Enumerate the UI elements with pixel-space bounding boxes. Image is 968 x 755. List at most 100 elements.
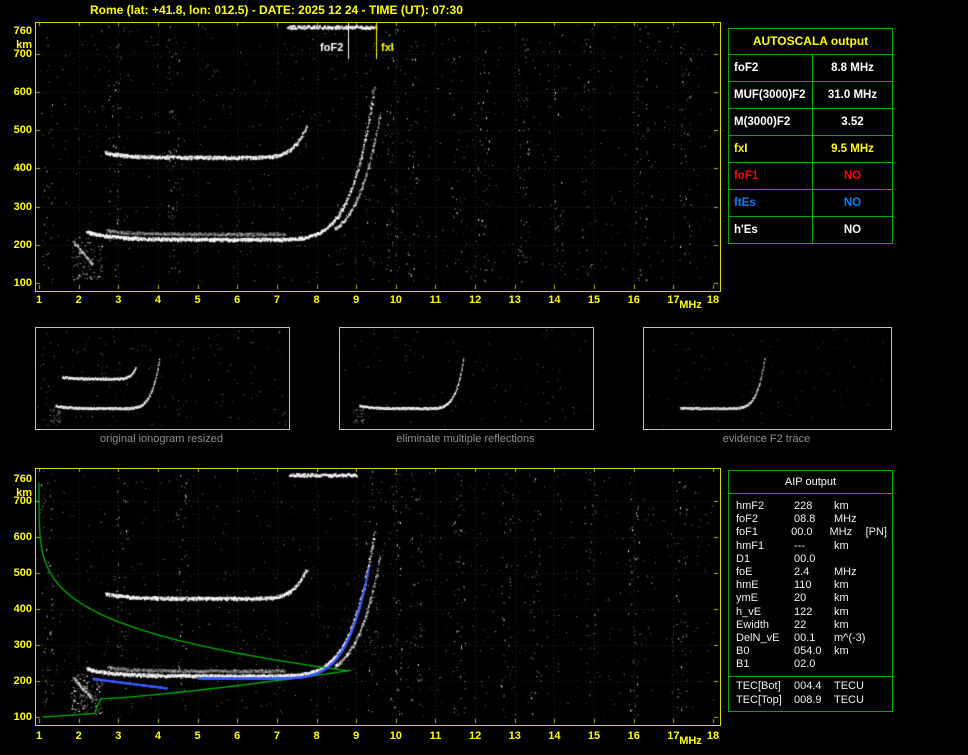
x-tick-label: 16 bbox=[627, 294, 640, 306]
aip-param-unit: km bbox=[834, 592, 849, 605]
x-tick-label: 7 bbox=[273, 730, 280, 742]
y-tick-label: 300 bbox=[13, 200, 32, 213]
aip-param-value: 054.0 bbox=[794, 645, 822, 658]
aip-param-unit: km bbox=[834, 500, 849, 512]
aip-param-note bbox=[872, 632, 887, 645]
aip-row-ymE: ymE 20 km bbox=[736, 592, 887, 605]
x-tick-label: 9 bbox=[353, 294, 360, 306]
aip-row-TEC[Bot]: TEC[Bot] 004.4 TECU bbox=[736, 680, 887, 693]
x-tick-label: 4 bbox=[154, 730, 161, 742]
aip-param-value: 110 bbox=[794, 579, 812, 592]
autoscala-row-M(3000)F2: M(3000)F2 3.52 bbox=[729, 109, 892, 136]
x-tick-label: 9 bbox=[353, 730, 360, 742]
y-tick-label: 200 bbox=[13, 674, 32, 687]
aip-param-unit: km bbox=[834, 605, 849, 618]
aip-param-note bbox=[872, 579, 887, 592]
aip-param-value: 00.0 bbox=[794, 552, 816, 565]
aip-param-unit: MHz bbox=[834, 513, 857, 526]
aip-param-unit: MHz bbox=[829, 526, 853, 539]
autoscala-row-h'Es: h'Es NO bbox=[729, 217, 892, 243]
panel-evidence-f2-trace bbox=[643, 327, 892, 430]
aip-param-value: 228 bbox=[794, 500, 813, 512]
y-tick-label: 300 bbox=[13, 638, 32, 651]
x-tick-label: 12 bbox=[468, 294, 482, 306]
aip-param-note bbox=[872, 540, 887, 553]
y-tick-label: 100 bbox=[13, 711, 32, 723]
aip-param-unit: TECU bbox=[834, 680, 864, 693]
x-tick-label: 15 bbox=[587, 294, 601, 306]
aip-param-label: foE bbox=[736, 565, 753, 578]
y-tick-label: 760 bbox=[13, 473, 32, 485]
aip-row-B0: B0 054.0 km bbox=[736, 645, 887, 658]
aip-param-value: 008.9 bbox=[794, 693, 822, 706]
aip-param-value: 08.8 bbox=[794, 513, 816, 526]
aip-param-value: 22 bbox=[794, 618, 807, 631]
aip-param-label: B1 bbox=[736, 658, 750, 671]
x-tick-label: 11 bbox=[429, 294, 442, 306]
x-tick-label: 2 bbox=[75, 730, 82, 742]
aip-param-value: --- bbox=[794, 539, 805, 552]
autoscala-param-label: ftEs bbox=[729, 190, 813, 216]
x-tick-label: 3 bbox=[115, 294, 122, 306]
aip-param-unit bbox=[828, 658, 872, 671]
x-tick-label: 8 bbox=[313, 294, 320, 306]
aip-param-unit: km bbox=[834, 645, 849, 658]
autoscala-table-title: AUTOSCALA output bbox=[729, 29, 892, 55]
y-tick-label: 400 bbox=[13, 162, 32, 175]
aip-row-foF1: foF1 00.0 MHz [PN] bbox=[736, 526, 887, 539]
aip-param-label: DelN_vE bbox=[736, 631, 780, 644]
aip-param-unit: m^(-3) bbox=[834, 631, 866, 644]
autoscala-param-label: M(3000)F2 bbox=[729, 109, 813, 135]
aip-param-unit: TECU bbox=[834, 693, 864, 706]
aip-row-hmE: hmE 110 km bbox=[736, 579, 887, 592]
y-tick-label: 500 bbox=[13, 124, 32, 137]
aip-param-label: hmE bbox=[736, 579, 759, 592]
autoscala-table-rows: foF2 8.8 MHz MUF(3000)F2 31.0 MHz M(3000)F2 3… bbox=[729, 55, 892, 243]
aip-param-label: Ewidth bbox=[736, 618, 770, 631]
aip-param-label: B0 bbox=[736, 645, 750, 658]
aip-param-unit: km bbox=[834, 618, 849, 631]
x-tick-label: 18 bbox=[706, 294, 720, 306]
y-axis-unit-label: km bbox=[16, 39, 32, 51]
top-ionogram-plot bbox=[35, 22, 721, 292]
original-ionogram-canvas bbox=[36, 328, 287, 427]
y-tick-label: 760 bbox=[13, 25, 32, 37]
aip-param-note bbox=[872, 592, 887, 605]
aip-row-foF2: foF2 08.8 MHz bbox=[736, 513, 887, 526]
autoscala-param-value: 8.8 MHz bbox=[831, 62, 874, 74]
x-tick-label: 11 bbox=[429, 730, 442, 742]
x-tick-label: 5 bbox=[194, 294, 201, 306]
x-tick-label: 12 bbox=[468, 730, 482, 742]
autoscala-param-value: 31.0 MHz bbox=[827, 89, 878, 101]
aip-param-value: 00.1 bbox=[794, 631, 816, 644]
autoscala-row-ftEs: ftEs NO bbox=[729, 190, 892, 217]
y-tick-label: 500 bbox=[13, 566, 32, 579]
aip-tec-rows: TEC[Bot] 004.4 TECU TEC[Top] 008.9 TECU bbox=[729, 676, 892, 710]
x-tick-label: 16 bbox=[627, 730, 640, 742]
aip-table-rows: hmF2 228 km foF2 08.8 MHz foF1 00.0 MHz [PN] hmF1 -… bbox=[729, 494, 892, 673]
aip-param-note bbox=[872, 619, 887, 632]
x-tick-label: 2 bbox=[75, 294, 82, 306]
x-tick-label: 15 bbox=[587, 730, 601, 742]
aip-row-Ewidth: Ewidth 22 km bbox=[736, 619, 887, 632]
y-tick-label: 100 bbox=[13, 277, 32, 289]
y-tick-label: 400 bbox=[13, 602, 32, 615]
top-ionogram-canvas bbox=[36, 23, 718, 289]
aip-param-note bbox=[872, 566, 887, 579]
aip-param-unit bbox=[828, 553, 872, 566]
autoscala-param-label: h'Es bbox=[729, 217, 813, 243]
aip-param-unit: km bbox=[834, 579, 849, 592]
aip-table-title: AIP output bbox=[729, 471, 892, 494]
aip-param-unit: MHz bbox=[834, 565, 857, 578]
autoscala-app-screen: Rome (lat: +41.8, lon: 012.5) - DATE: 20… bbox=[0, 0, 968, 755]
aip-param-label: TEC[Bot] bbox=[736, 680, 781, 693]
aip-param-note bbox=[872, 500, 887, 513]
x-axis-unit-label: MHz bbox=[679, 735, 702, 747]
aip-param-note: [PN] bbox=[865, 526, 887, 539]
panel-eliminate-multiples bbox=[339, 327, 594, 430]
x-tick-label: 13 bbox=[508, 294, 521, 306]
aip-param-note bbox=[872, 645, 887, 658]
aip-param-note bbox=[872, 553, 887, 566]
x-tick-label: 10 bbox=[389, 294, 402, 306]
aip-param-note bbox=[872, 658, 887, 671]
